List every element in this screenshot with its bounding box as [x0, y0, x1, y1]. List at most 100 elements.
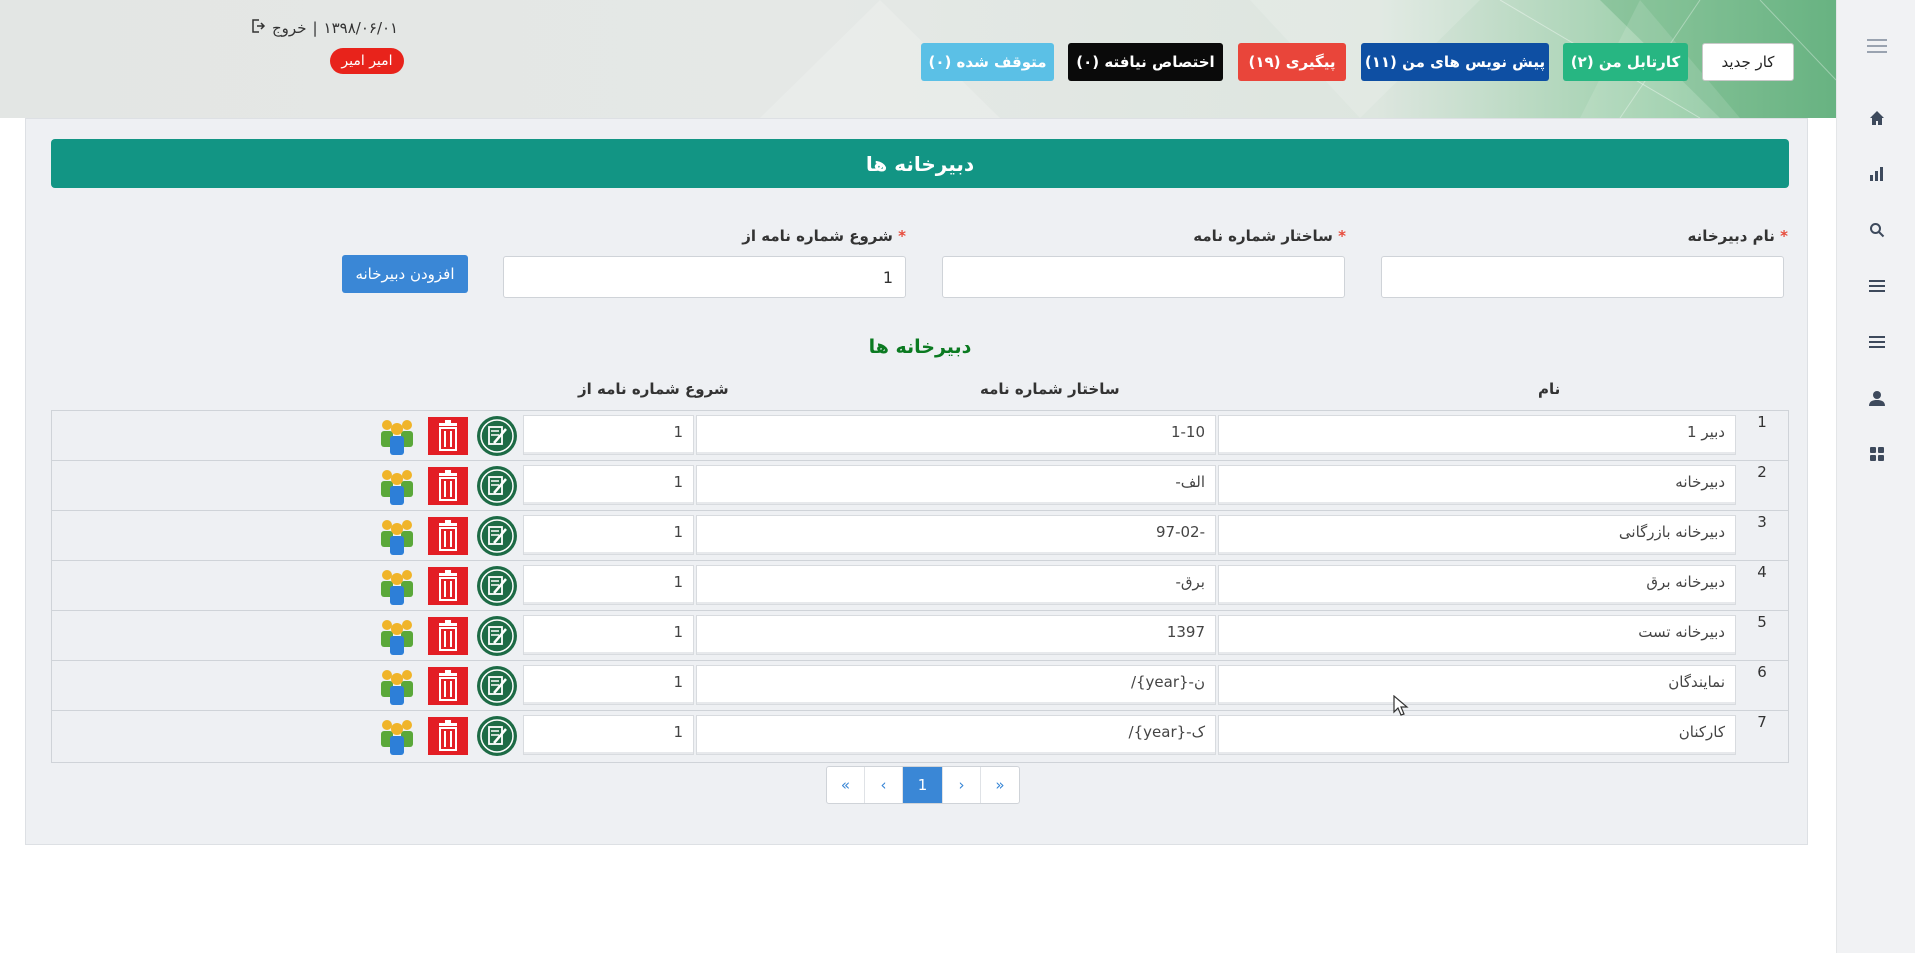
cell-start: 1: [523, 665, 694, 705]
search-icon[interactable]: [1837, 216, 1915, 244]
stopped-button[interactable]: متوقف شده (۰): [921, 43, 1054, 81]
new-task-button[interactable]: کار جدید: [1702, 43, 1794, 81]
current-date: ۱۳۹۸/۰۶/۰۱: [323, 19, 399, 37]
required-mark: *: [898, 227, 906, 245]
users-icon[interactable]: [376, 565, 418, 607]
required-mark: *: [1338, 227, 1346, 245]
edit-icon[interactable]: [476, 515, 518, 557]
cell-structure: 1-10: [696, 415, 1216, 455]
right-sidebar: [1836, 0, 1915, 953]
cell-start: 1: [523, 715, 694, 755]
row-number: 4: [1757, 563, 1767, 581]
list-title: دبیرخانه ها: [868, 336, 972, 358]
users-icon[interactable]: [376, 615, 418, 657]
table-row: 4 دبیرخانه برق برق- 1: [52, 561, 1788, 611]
edit-icon[interactable]: [476, 465, 518, 507]
row-number: 1: [1757, 413, 1767, 431]
table-row: 2 دبیرخانه الف- 1: [52, 461, 1788, 511]
list-icon[interactable]: [1837, 328, 1915, 356]
logout-icon[interactable]: [250, 18, 266, 38]
row-number: 7: [1757, 713, 1767, 731]
structure-label-text: ساختار شماره نامه: [1193, 227, 1333, 245]
users-icon[interactable]: [376, 665, 418, 707]
page-title: دبیرخانه ها: [51, 139, 1789, 188]
edit-icon[interactable]: [476, 565, 518, 607]
table-row: 7 کارکنان ک-{year}/ 1: [52, 711, 1788, 761]
delete-icon[interactable]: [427, 665, 469, 707]
cell-name: دبیرخانه تست: [1218, 615, 1736, 655]
delete-icon[interactable]: [427, 615, 469, 657]
cell-name: نمایندگان: [1218, 665, 1736, 705]
cell-start: 1: [523, 515, 694, 555]
user-icon[interactable]: [1837, 384, 1915, 412]
table-row: 5 دبیرخانه تست 1397 1: [52, 611, 1788, 661]
cell-start: 1: [523, 465, 694, 505]
cell-structure: -97-02: [696, 515, 1216, 555]
unassigned-button[interactable]: اختصاص نیافته (۰): [1068, 43, 1223, 81]
column-header-start: شروع شماره نامه از: [578, 380, 729, 398]
cell-name: دبیرخانه بازرگانی: [1218, 515, 1736, 555]
cell-structure: ک-{year}/: [696, 715, 1216, 755]
users-icon[interactable]: [376, 415, 418, 457]
start-label: * شروع شماره نامه از: [620, 227, 906, 245]
top-header: کار جدید کارتابل من (۲) پیش نویس های من …: [0, 0, 1836, 118]
my-drafts-button[interactable]: پیش نویس های من (۱۱): [1361, 43, 1549, 81]
edit-icon[interactable]: [476, 665, 518, 707]
cell-name: دبیرخانه: [1218, 465, 1736, 505]
row-number: 3: [1757, 513, 1767, 531]
logout-link[interactable]: خروج: [272, 19, 306, 37]
follow-up-button[interactable]: پیگیری (۱۹): [1238, 43, 1346, 81]
cell-structure: ن-{year}/: [696, 665, 1216, 705]
structure-input[interactable]: [942, 256, 1345, 298]
page-last-button[interactable]: »: [981, 767, 1019, 803]
structure-label: * ساختار شماره نامه: [1060, 227, 1346, 245]
table-row: 6 نمایندگان ن-{year}/ 1: [52, 661, 1788, 711]
cell-name: کارکنان: [1218, 715, 1736, 755]
add-secretariat-button[interactable]: افزودن دبیرخانه: [342, 255, 468, 293]
edit-icon[interactable]: [476, 415, 518, 457]
row-number: 6: [1757, 663, 1767, 681]
cell-start: 1: [523, 615, 694, 655]
home-icon[interactable]: [1837, 104, 1915, 132]
row-number: 5: [1757, 613, 1767, 631]
user-badge[interactable]: امیر امیر: [330, 48, 404, 74]
cell-name: دبیر 1: [1218, 415, 1736, 455]
users-icon[interactable]: [376, 715, 418, 757]
mouse-cursor-icon: [1393, 694, 1409, 721]
users-icon[interactable]: [376, 465, 418, 507]
column-header-name: نام: [1538, 380, 1561, 398]
delete-icon[interactable]: [427, 415, 469, 457]
table-row: 3 دبیرخانه بازرگانی -97-02 1: [52, 511, 1788, 561]
users-icon[interactable]: [376, 515, 418, 557]
delete-icon[interactable]: [427, 715, 469, 757]
delete-icon[interactable]: [427, 515, 469, 557]
grid-icon[interactable]: [1837, 440, 1915, 468]
name-label-text: نام دبیرخانه: [1687, 227, 1775, 245]
menu-icon[interactable]: [1837, 32, 1915, 60]
cell-structure: برق-: [696, 565, 1216, 605]
cell-structure: الف-: [696, 465, 1216, 505]
edit-icon[interactable]: [476, 715, 518, 757]
page-next-button[interactable]: ›: [943, 767, 981, 803]
cell-structure: 1397: [696, 615, 1216, 655]
page-first-button[interactable]: «: [827, 767, 865, 803]
page-prev-button[interactable]: ‹: [865, 767, 903, 803]
required-mark: *: [1780, 227, 1788, 245]
name-input[interactable]: [1381, 256, 1784, 298]
start-number-input[interactable]: [503, 256, 906, 298]
delete-icon[interactable]: [427, 565, 469, 607]
delete-icon[interactable]: [427, 465, 469, 507]
start-label-text: شروع شماره نامه از: [742, 227, 893, 245]
name-label: * نام دبیرخانه: [1520, 227, 1788, 245]
table-row: 1 دبیر 1 1-10 1: [52, 411, 1788, 461]
cell-start: 1: [523, 415, 694, 455]
cell-start: 1: [523, 565, 694, 605]
column-header-structure: ساختار شماره نامه: [980, 380, 1120, 398]
page-current-button[interactable]: 1: [903, 767, 943, 803]
my-kartabl-button[interactable]: کارتابل من (۲): [1563, 43, 1688, 81]
edit-icon[interactable]: [476, 615, 518, 657]
pagination: « ‹ 1 › »: [826, 766, 1020, 804]
list-icon[interactable]: [1837, 272, 1915, 300]
chart-icon[interactable]: [1837, 160, 1915, 188]
date-logout-line: خروج | ۱۳۹۸/۰۶/۰۱: [250, 18, 405, 38]
